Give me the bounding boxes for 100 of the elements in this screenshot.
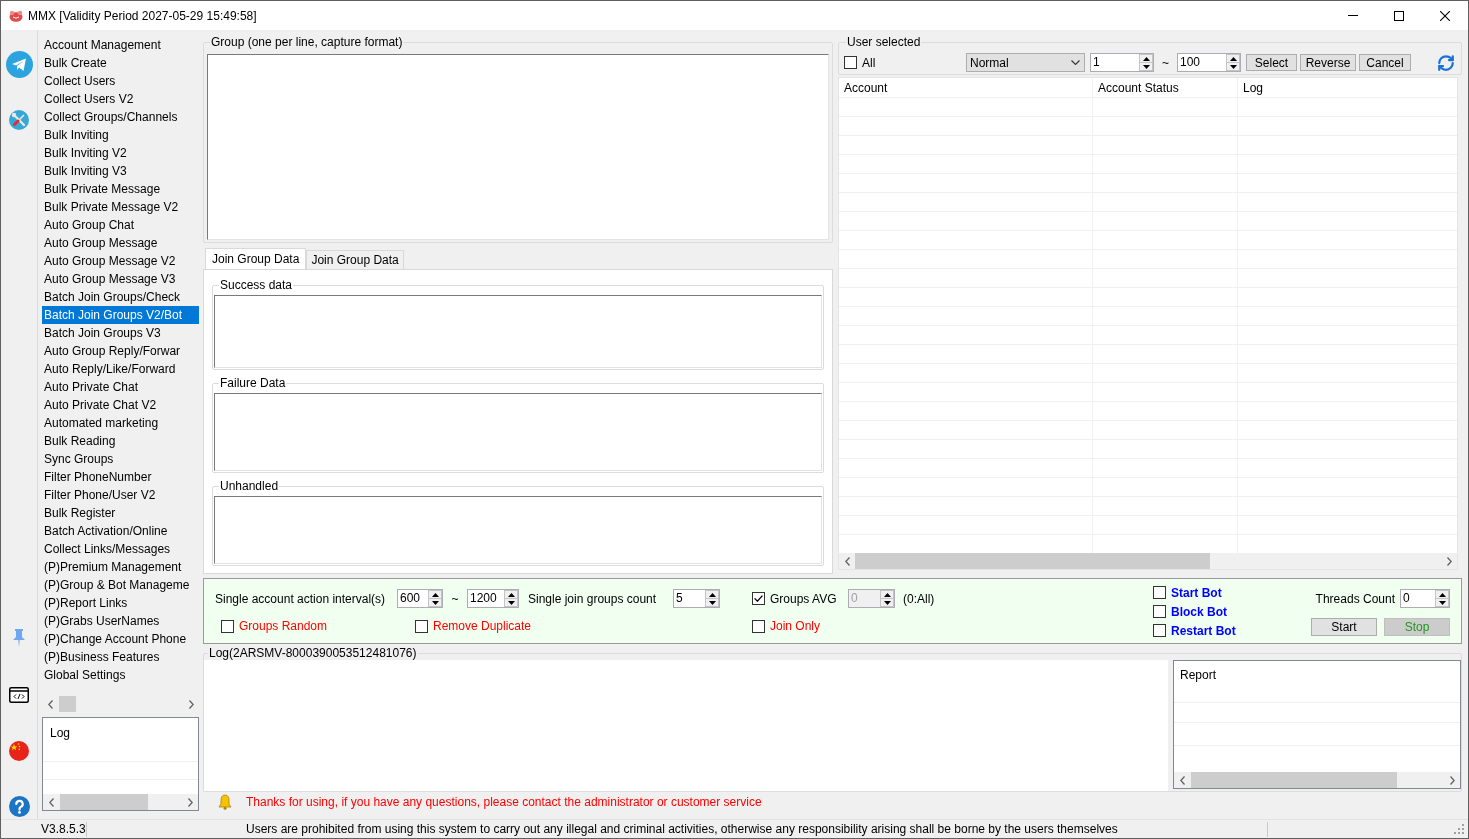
menu-item[interactable]: Bulk Inviting V3 bbox=[42, 162, 199, 180]
menu-item[interactable]: Global Settings bbox=[42, 666, 199, 684]
spin-down-button[interactable] bbox=[504, 599, 518, 607]
menu-item[interactable]: Auto Group Chat bbox=[42, 216, 199, 234]
checkbox[interactable] bbox=[752, 592, 765, 605]
help-button[interactable] bbox=[8, 796, 30, 817]
start-button[interactable]: Start bbox=[1311, 618, 1377, 636]
checkbox[interactable] bbox=[1153, 586, 1166, 599]
menu-item[interactable]: (P)Change Account Phone bbox=[42, 630, 199, 648]
flag-button[interactable] bbox=[9, 741, 29, 761]
number-spinner[interactable]: 600 bbox=[397, 589, 443, 608]
down-arrow-icon bbox=[883, 600, 891, 605]
spin-down-button[interactable] bbox=[1226, 63, 1240, 71]
up-arrow-icon bbox=[883, 592, 891, 597]
close-icon bbox=[1440, 10, 1450, 21]
menu-item[interactable]: Account Management bbox=[42, 36, 199, 54]
menu-item[interactable]: Bulk Private Message bbox=[42, 180, 199, 198]
menu-item[interactable]: Collect Groups/Channels bbox=[42, 108, 199, 126]
menu-item[interactable]: Auto Group Reply/Forwar bbox=[42, 342, 199, 360]
spin-down-button[interactable] bbox=[705, 599, 719, 607]
menu-item[interactable]: Auto Private Chat bbox=[42, 378, 199, 396]
group-label: Failure Data bbox=[219, 376, 287, 390]
menu-item[interactable]: Auto Group Message V2 bbox=[42, 252, 199, 270]
join-count-label: Single join groups count bbox=[528, 590, 658, 608]
menu-item[interactable]: Bulk Create bbox=[42, 54, 199, 72]
number-field[interactable]: 1200 bbox=[468, 590, 504, 607]
paper-plane-button[interactable] bbox=[5, 51, 33, 78]
menu-item[interactable]: Batch Join Groups/Check bbox=[42, 288, 199, 306]
code-window-button[interactable] bbox=[9, 687, 29, 703]
mode-dropdown[interactable]: Normal bbox=[966, 53, 1085, 72]
menu-item[interactable]: (P)Group & Bot Manageme bbox=[42, 576, 199, 594]
chevron-left-icon bbox=[48, 797, 54, 807]
horizontal-scrollbar[interactable] bbox=[43, 794, 198, 810]
spin-down-button[interactable] bbox=[880, 599, 894, 607]
menu-item[interactable]: Automated marketing bbox=[42, 414, 199, 432]
scrollbar-thumb[interactable] bbox=[60, 794, 148, 810]
menu-item[interactable]: (P)Premium Management bbox=[42, 558, 199, 576]
menu-item[interactable]: Filter PhoneNumber bbox=[42, 468, 199, 486]
menu-item[interactable]: Auto Private Chat V2 bbox=[42, 396, 199, 414]
menu-item[interactable]: Sync Groups bbox=[42, 450, 199, 468]
spin-down-button[interactable] bbox=[1435, 599, 1449, 607]
number-field[interactable]: 5 bbox=[674, 590, 705, 607]
menu-item[interactable]: Batch Activation/Online bbox=[42, 522, 199, 540]
checkbox[interactable] bbox=[752, 619, 765, 633]
menu-item[interactable]: Bulk Inviting bbox=[42, 126, 199, 144]
number-field[interactable]: 1 bbox=[1091, 54, 1139, 71]
horizontal-scrollbar[interactable] bbox=[839, 553, 1457, 569]
scrollbar-thumb[interactable] bbox=[1191, 772, 1397, 788]
menu-item[interactable]: (P)Grabs UserNames bbox=[42, 612, 199, 630]
number-field[interactable]: 0 bbox=[1401, 590, 1435, 607]
menu-item[interactable]: Collect Links/Messages bbox=[42, 540, 199, 558]
number-spinner[interactable]: 1200 bbox=[467, 589, 519, 608]
avg-hint: (0:All) bbox=[903, 590, 935, 608]
menu-item[interactable]: Auto Group Message V3 bbox=[42, 270, 199, 288]
help-icon bbox=[8, 796, 30, 817]
checkbox[interactable] bbox=[415, 619, 428, 633]
menu-item[interactable]: Collect Users V2 bbox=[42, 90, 199, 108]
number-spinner[interactable]: 5 bbox=[673, 589, 720, 608]
spin-down-button[interactable] bbox=[428, 599, 442, 607]
number-spinner[interactable]: 100 bbox=[1177, 53, 1241, 72]
horizontal-scrollbar[interactable] bbox=[1174, 772, 1460, 788]
checkbox-label: Restart Bot bbox=[1171, 622, 1236, 640]
refresh-button[interactable] bbox=[1437, 53, 1455, 72]
version-text: V3.8.5.3 bbox=[41, 821, 86, 838]
menu-item[interactable]: (P)Business Features bbox=[42, 648, 199, 666]
action-button[interactable]: Select bbox=[1246, 54, 1297, 71]
action-button[interactable]: Cancel bbox=[1359, 54, 1411, 71]
number-field[interactable]: 100 bbox=[1178, 54, 1226, 71]
code-window-icon bbox=[9, 687, 29, 703]
spin-down-button[interactable] bbox=[1139, 63, 1153, 71]
menu-item[interactable]: Auto Reply/Like/Forward bbox=[42, 360, 199, 378]
number-field[interactable]: 600 bbox=[398, 590, 428, 607]
menu-item[interactable]: Collect Users bbox=[42, 72, 199, 90]
tab[interactable]: Join Group Data bbox=[306, 250, 404, 269]
menu-item[interactable]: Bulk Private Message V2 bbox=[42, 198, 199, 216]
action-button[interactable]: Reverse bbox=[1300, 54, 1356, 71]
number-spinner[interactable]: 0 bbox=[1400, 589, 1450, 608]
checkbox[interactable] bbox=[1153, 624, 1166, 637]
checkbox[interactable] bbox=[844, 56, 857, 69]
up-arrow-icon bbox=[507, 592, 515, 597]
number-spinner[interactable]: 1 bbox=[1090, 53, 1154, 72]
menu-item[interactable]: Bulk Register bbox=[42, 504, 199, 522]
checkbox[interactable] bbox=[1153, 605, 1166, 618]
column-header: Report bbox=[1180, 668, 1217, 682]
menu-item[interactable]: (P)Report Links bbox=[42, 594, 199, 612]
tools-button[interactable] bbox=[9, 110, 29, 130]
group-label: User selected bbox=[846, 35, 922, 49]
menu-item[interactable]: Auto Group Message bbox=[42, 234, 199, 252]
menu-item[interactable]: Filter Phone/User V2 bbox=[42, 486, 199, 504]
tab[interactable]: Join Group Data bbox=[205, 248, 307, 269]
group-label: Log(2ARSMV-8000390053512481076) bbox=[208, 646, 418, 660]
checkbox-label: Groups AVG bbox=[770, 590, 837, 608]
scrollbar-thumb[interactable] bbox=[855, 553, 1210, 569]
menu-item[interactable]: Batch Join Groups V3 bbox=[42, 324, 199, 342]
menu-item[interactable]: Bulk Inviting V2 bbox=[42, 144, 199, 162]
checkbox[interactable] bbox=[221, 619, 234, 633]
menu-item[interactable]: Batch Join Groups V2/Bot bbox=[42, 306, 199, 324]
scrollbar-thumb[interactable] bbox=[59, 696, 76, 712]
menu-item[interactable]: Bulk Reading bbox=[42, 432, 199, 450]
chevron-right-icon bbox=[188, 699, 194, 709]
